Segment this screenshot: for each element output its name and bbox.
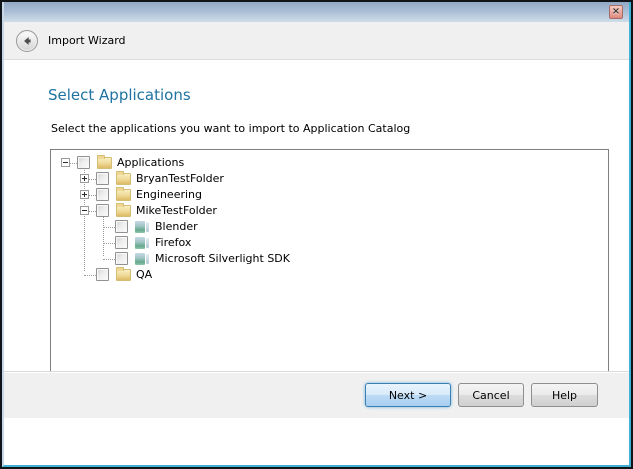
application-icon [135,221,149,233]
checkbox[interactable] [96,204,109,217]
import-wizard-window: × Import Wizard Select Applications Sele… [0,0,633,469]
page-content: Select Applications Select the applicati… [4,60,629,418]
titlebar: × [4,2,629,22]
checkbox[interactable] [77,156,90,169]
application-icon [135,253,149,265]
close-button[interactable]: × [609,5,623,19]
checkbox[interactable] [115,220,128,233]
wizard-footer: Next > Cancel Help [4,371,629,418]
collapse-icon[interactable] [80,206,89,215]
checkbox[interactable] [96,188,109,201]
expand-icon[interactable] [80,174,89,183]
left-arrow-icon [20,34,34,48]
wizard-title: Import Wizard [48,34,126,47]
applications-tree-panel: Applications BryanTestFolder [50,149,609,399]
folder-icon [116,269,131,281]
expand-icon[interactable] [80,190,89,199]
page-subtitle: Select the applications you want to impo… [51,122,410,135]
help-button[interactable]: Help [531,383,598,407]
tree-item-applications: Applications [51,155,608,171]
tree-item-firefox: Firefox [51,235,608,251]
tree-item-miketestfolder: MikeTestFolder [51,203,608,219]
checkbox[interactable] [115,252,128,265]
window-frame: × Import Wizard Select Applications Sele… [2,2,631,467]
checkbox[interactable] [115,236,128,249]
tree-item-label[interactable]: Firefox [155,236,191,249]
folder-icon [116,189,131,201]
checkbox[interactable] [96,268,109,281]
tree-item-label[interactable]: Blender [155,220,198,233]
page-title: Select Applications [48,86,191,104]
cancel-button[interactable]: Cancel [458,383,524,407]
tree-item-bryantestfolder: BryanTestFolder [51,171,608,187]
wizard-header: Import Wizard [4,22,629,60]
tree-item-label[interactable]: QA [136,268,152,281]
folder-icon [116,173,131,185]
back-button[interactable] [16,30,38,52]
tree-item-qa: QA [51,267,608,283]
close-icon: × [612,7,620,17]
applications-tree: Applications BryanTestFolder [51,150,608,283]
folder-icon [97,157,112,169]
tree-item-label[interactable]: BryanTestFolder [136,172,224,185]
application-icon [135,237,149,249]
tree-item-microsoft-silverlight-sdk: Microsoft Silverlight SDK [51,251,608,267]
tree-item-label[interactable]: Applications [117,156,184,169]
tree-item-label[interactable]: MikeTestFolder [136,204,217,217]
collapse-icon[interactable] [61,158,70,167]
tree-item-engineering: Engineering [51,187,608,203]
tree-item-label[interactable]: Engineering [136,188,202,201]
folder-icon [116,205,131,217]
next-button[interactable]: Next > [365,383,451,407]
tree-item-label[interactable]: Microsoft Silverlight SDK [155,252,290,265]
checkbox[interactable] [96,172,109,185]
tree-item-blender: Blender [51,219,608,235]
